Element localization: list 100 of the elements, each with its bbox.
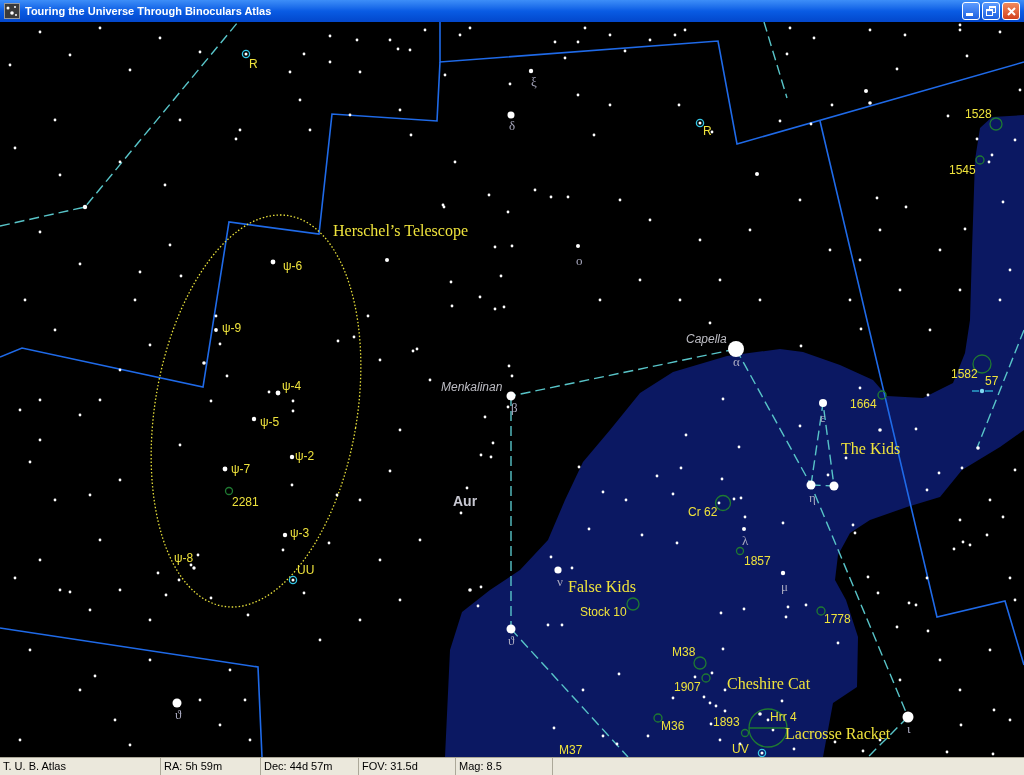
cluster-circle <box>740 728 750 738</box>
object-label: Hrr 4 <box>770 711 797 723</box>
object-label: 1664 <box>850 398 877 410</box>
object-label: ψ-5 <box>260 416 280 428</box>
greek-letter-label: β <box>511 401 518 414</box>
star-dot <box>270 259 276 265</box>
greek-letter-label: λ <box>742 534 749 547</box>
object-label: UU <box>297 564 315 576</box>
greek-letter-label: η <box>809 491 816 504</box>
object-label: R <box>249 58 258 70</box>
object-label: 57 <box>985 375 999 387</box>
asterism-label: Lacrosse Racket <box>785 726 891 742</box>
double-star-marker <box>971 388 994 394</box>
object-label: ψ-2 <box>295 450 315 462</box>
object-label: 1582 <box>951 368 978 380</box>
star-dot <box>507 111 515 119</box>
greek-letter-label: ξ <box>531 75 537 88</box>
star-dot <box>554 566 562 574</box>
status-field: Mag: 8.5 <box>456 758 553 775</box>
app-icon <box>4 3 20 19</box>
asterism-label: The Kids <box>841 441 901 457</box>
object-label: 1778 <box>824 613 851 625</box>
greek-letter-label: ν <box>557 575 563 588</box>
object-label: M38 <box>672 646 696 658</box>
minimize-button[interactable] <box>962 2 980 20</box>
star-dot <box>780 570 786 576</box>
star-dot <box>214 328 218 332</box>
asterism-label: Herschel’s Telescope <box>333 223 468 239</box>
object-label: M37 <box>559 744 583 756</box>
object-label: Stock 10 <box>580 606 627 618</box>
status-field: FOV: 31.5d <box>359 758 456 775</box>
cluster-circle <box>975 155 985 165</box>
cluster-circle <box>816 606 826 616</box>
star-dot <box>506 624 516 634</box>
star-dot <box>829 481 839 491</box>
cluster-circle <box>877 390 887 400</box>
minimize-icon <box>966 13 973 16</box>
object-label: ψ-6 <box>283 260 303 272</box>
object-label: UV <box>732 743 749 755</box>
greek-letter-label: ϑ <box>175 708 182 721</box>
star-dot <box>742 527 746 531</box>
greek-letter-label: α <box>733 355 740 368</box>
object-label: ψ-9 <box>222 322 242 334</box>
status-field: RA: 5h 59m <box>161 758 261 775</box>
star-name-label: Menkalinan <box>441 381 503 393</box>
star-dot <box>192 566 196 570</box>
asterism-label: False Kids <box>568 579 636 595</box>
object-label: ψ-3 <box>290 527 310 539</box>
star-dot <box>289 454 295 460</box>
cluster-circle <box>735 546 745 556</box>
star-dot <box>819 399 827 407</box>
object-label: 1893 <box>713 716 740 728</box>
object-label: 1907 <box>674 681 701 693</box>
restore-button[interactable] <box>982 2 1000 20</box>
star-dot <box>251 416 257 422</box>
greek-letter-label: ϑ <box>508 634 515 647</box>
variable-star-marker <box>241 49 251 59</box>
star-dot <box>902 711 914 723</box>
constellation-label: Aur <box>453 494 478 508</box>
close-icon <box>1006 6 1016 16</box>
star-dot <box>806 480 816 490</box>
star-dot <box>172 698 182 708</box>
object-label: M36 <box>661 720 685 732</box>
star-dot <box>506 391 516 401</box>
cluster-circle <box>653 713 663 723</box>
variable-star-marker <box>757 748 767 757</box>
star-name-label: Capella <box>686 333 727 345</box>
object-label: 1528 <box>965 108 992 120</box>
cluster-circle <box>626 597 640 611</box>
cluster-circle <box>701 673 711 683</box>
greek-letter-label: ο <box>576 254 583 267</box>
greek-letter-label: δ <box>509 119 516 132</box>
status-field: T. U. B. Atlas <box>0 758 161 775</box>
close-button[interactable] <box>1002 2 1020 20</box>
object-label: ψ-7 <box>231 463 251 475</box>
variable-star-marker <box>288 575 298 585</box>
star-dot <box>728 341 744 357</box>
asterism-label: Cheshire Cat <box>727 676 811 692</box>
window-title: Touring the Universe Through Binoculars Atlas <box>25 5 272 17</box>
object-label: Cr 62 <box>688 506 718 518</box>
object-label: R <box>703 125 712 137</box>
star-dot <box>528 68 534 74</box>
greek-letter-label: μ <box>781 580 788 593</box>
object-label: 1857 <box>744 555 771 567</box>
object-label: 1545 <box>949 164 976 176</box>
object-label: ψ-8 <box>174 552 194 564</box>
cluster-circle <box>693 656 707 670</box>
star-dot <box>576 244 580 248</box>
variable-star-marker <box>695 118 705 128</box>
star-dot <box>222 466 228 472</box>
status-field: Dec: 44d 57m <box>261 758 359 775</box>
star-dot <box>282 532 288 538</box>
greek-letter-label: ε <box>820 411 826 424</box>
restore-icon <box>986 6 996 16</box>
cluster-circle <box>224 486 234 496</box>
object-label: 2281 <box>232 496 259 508</box>
greek-letter-label: ι <box>907 722 911 735</box>
cluster-circle <box>989 117 1003 131</box>
star-dot <box>275 390 281 396</box>
object-label: ψ-4 <box>282 380 302 392</box>
